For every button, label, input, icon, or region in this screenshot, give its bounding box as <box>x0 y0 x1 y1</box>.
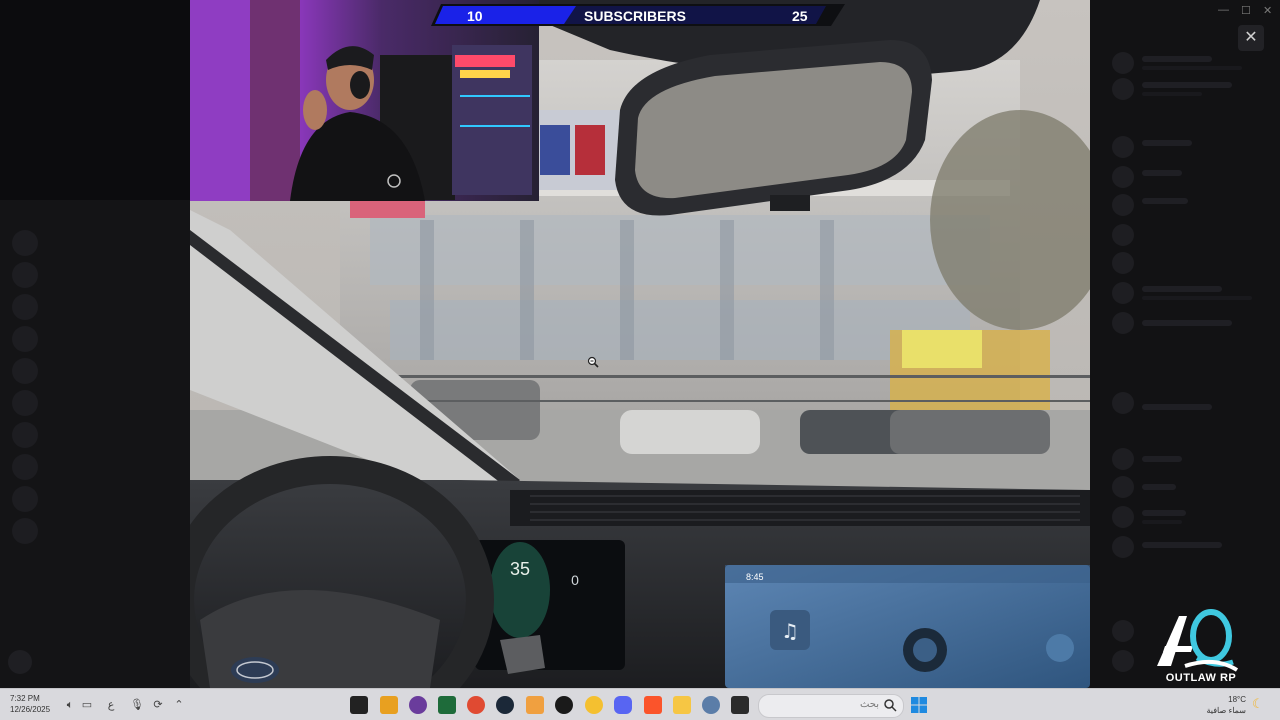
maximize-icon[interactable]: ☐ <box>1241 4 1251 17</box>
server-icon <box>12 326 38 352</box>
member-status <box>1142 520 1182 524</box>
svg-text:0: 0 <box>571 572 579 588</box>
member-status <box>1142 66 1242 70</box>
member-avatar <box>1112 392 1134 414</box>
app-chrome-icon[interactable] <box>467 696 485 714</box>
microphone-icon[interactable]: 🎙︎ <box>130 698 144 712</box>
server-icon <box>12 390 38 416</box>
server-icon <box>12 486 38 512</box>
member-avatar <box>1112 166 1134 188</box>
image-viewer[interactable]: 35 0 8:45 ♫ <box>190 0 1090 688</box>
app-settings-icon[interactable] <box>702 696 720 714</box>
app-artix-icon[interactable] <box>526 696 544 714</box>
member-avatar <box>1112 476 1134 498</box>
weather-desc: سماء صافية <box>1206 706 1246 715</box>
weather-widget[interactable]: 18°C سماء صافية <box>1200 694 1246 716</box>
member-name <box>1142 198 1188 204</box>
server-icon <box>12 518 38 544</box>
screen: — ☐ ✕ ✕ 35 0 8:45 ♫ 10 SUBSCRIBERS 25 OU… <box>0 0 1280 720</box>
member-name <box>1142 404 1212 410</box>
member-status <box>1142 92 1202 96</box>
member-avatar <box>1112 536 1134 558</box>
member-avatar <box>1112 620 1134 642</box>
app-excel-icon[interactable] <box>438 696 456 714</box>
webcam-feed <box>190 0 532 201</box>
member-name <box>1142 82 1232 88</box>
member-name <box>1142 56 1212 62</box>
subscribers-current: 10 <box>467 8 483 24</box>
app-discord-icon[interactable] <box>614 696 632 714</box>
subscribers-label: SUBSCRIBERS <box>584 8 686 24</box>
member-name <box>1142 484 1176 490</box>
search-icon <box>884 699 897 712</box>
member-avatar <box>1112 224 1134 246</box>
window-close-icon[interactable]: ✕ <box>1263 4 1272 17</box>
windows-start-icon[interactable] <box>910 696 928 714</box>
app-obs-icon[interactable] <box>409 696 427 714</box>
member-avatar <box>1112 650 1134 672</box>
input-language[interactable]: ع <box>104 698 118 712</box>
user-avatar <box>8 650 32 674</box>
chevron-up-icon[interactable]: ⌃ <box>172 698 186 712</box>
member-name <box>1142 542 1222 548</box>
clock-time: 7:32 PM <box>10 694 40 703</box>
battery-icon[interactable]: ▭ <box>80 698 94 712</box>
svg-text:♫: ♫ <box>781 619 799 643</box>
app-call-of-duty-icon[interactable] <box>350 696 368 714</box>
subscribers-goal-bar: 10 SUBSCRIBERS 25 <box>431 4 845 26</box>
search-placeholder: بحث <box>859 699 879 710</box>
discord-channel-list-dimmed <box>0 200 190 688</box>
close-icon: ✕ <box>1244 29 1258 46</box>
member-name <box>1142 170 1182 176</box>
weather-temp: 18°C <box>1228 695 1246 704</box>
server-icon <box>12 454 38 480</box>
member-avatar <box>1112 282 1134 304</box>
server-icon <box>12 358 38 384</box>
member-avatar <box>1112 78 1134 100</box>
streamer-webcam <box>190 0 539 201</box>
app-vlc-icon[interactable] <box>380 696 398 714</box>
taskbar-search-box[interactable]: بحث <box>758 694 904 718</box>
member-name <box>1142 286 1222 292</box>
member-name <box>1142 510 1186 516</box>
taskbar-clock[interactable]: 7:32 PM 12/26/2025 <box>10 693 50 715</box>
member-name <box>1142 320 1232 326</box>
member-avatar <box>1112 136 1134 158</box>
app-terminal-icon[interactable] <box>731 696 749 714</box>
app-rockstar-icon[interactable] <box>555 696 573 714</box>
member-avatar <box>1112 194 1134 216</box>
minimize-icon[interactable]: — <box>1218 4 1229 16</box>
member-name <box>1142 456 1182 462</box>
app-brave-icon[interactable] <box>644 696 662 714</box>
server-icon <box>12 262 38 288</box>
member-avatar <box>1112 448 1134 470</box>
member-avatar <box>1112 52 1134 74</box>
zoom-cursor-icon <box>587 356 599 368</box>
discord-member-list-dimmed <box>1090 0 1280 688</box>
volume-icon[interactable]: 🔈︎ <box>63 698 77 712</box>
app-mail-icon[interactable] <box>585 696 603 714</box>
windows-taskbar: 7:32 PM 12/26/2025 🔈︎ ▭ ع 🎙︎ ⟳ ⌃ بحث 18°… <box>0 688 1280 720</box>
member-avatar <box>1112 312 1134 334</box>
app-steam-icon[interactable] <box>496 696 514 714</box>
close-viewer-button[interactable]: ✕ <box>1238 25 1264 51</box>
outlaw-rp-logo-text: OUTLAW RP <box>1165 672 1237 684</box>
clock-date: 12/26/2025 <box>10 705 51 714</box>
server-icon <box>12 230 38 256</box>
svg-text:35: 35 <box>510 559 530 579</box>
member-avatar <box>1112 506 1134 528</box>
sync-icon[interactable]: ⟳ <box>151 698 165 712</box>
member-avatar <box>1112 252 1134 274</box>
moon-icon: ☾ <box>1252 696 1264 711</box>
server-icon <box>12 294 38 320</box>
app-file-explorer-icon[interactable] <box>673 696 691 714</box>
subscribers-goal: 25 <box>792 8 808 24</box>
server-icon <box>12 422 38 448</box>
member-status <box>1142 296 1252 300</box>
member-name <box>1142 140 1192 146</box>
svg-text:8:45: 8:45 <box>746 572 764 582</box>
